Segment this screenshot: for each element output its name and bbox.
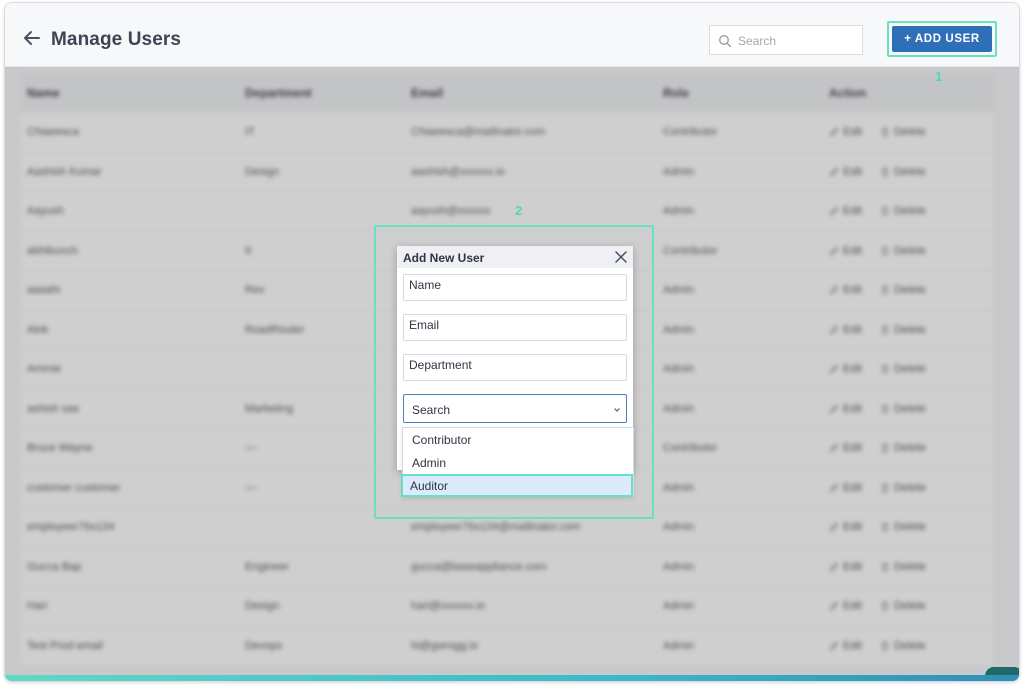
step-label-2: 2	[515, 203, 523, 218]
department-input[interactable]	[404, 355, 626, 380]
search-icon	[718, 34, 732, 48]
email-field[interactable]	[403, 314, 627, 341]
close-icon[interactable]	[613, 249, 629, 265]
search-input[interactable]	[738, 30, 858, 52]
dialog-title-bar: Add New User	[397, 246, 633, 268]
email-input[interactable]	[404, 315, 626, 340]
bottom-accent-bar	[5, 675, 1019, 681]
chevron-down-icon	[614, 408, 620, 412]
dialog-title: Add New User	[403, 251, 485, 265]
department-field[interactable]	[403, 354, 627, 381]
role-option-admin[interactable]: Admin	[403, 451, 633, 474]
app-window: Manage Users + ADD USER Name Department …	[4, 2, 1020, 682]
role-dropdown-list: Contributor Admin Auditor	[401, 427, 634, 497]
page-title: Manage Users	[51, 29, 182, 50]
role-option-contributor[interactable]: Contributor	[403, 428, 633, 451]
name-field[interactable]	[403, 274, 627, 301]
page-header: Manage Users + ADD USER	[5, 3, 1019, 67]
name-input[interactable]	[404, 275, 626, 300]
role-select-value: Search	[412, 403, 451, 417]
back-arrow-icon[interactable]	[23, 29, 41, 47]
step-label-1: 1	[935, 69, 943, 84]
add-user-button[interactable]: + ADD USER	[892, 26, 992, 52]
role-option-auditor[interactable]: Auditor	[401, 474, 633, 497]
role-select[interactable]: Search	[403, 394, 627, 423]
search-box[interactable]	[709, 25, 863, 55]
